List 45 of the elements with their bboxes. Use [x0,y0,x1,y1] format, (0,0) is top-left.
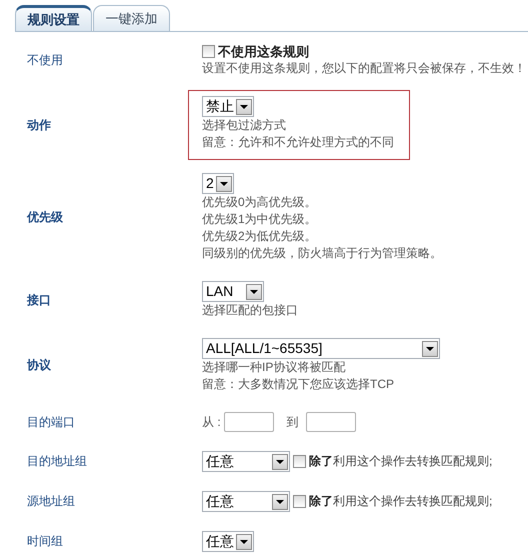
hint-text: 设置不使用这条规则，您以下的配置将只会被保存，不生效！ [202,60,526,77]
dropdown[interactable]: ALL[ALL/1~65535] [202,338,440,359]
except-text: 除了利用这个操作去转换匹配规则; [309,493,492,510]
dropdown[interactable]: LAN [202,281,264,302]
input-field[interactable] [224,412,274,432]
caret-icon [216,176,232,192]
hint-text: 同级别的优先级，防火墙高于行为管理策略。 [202,245,442,262]
field-label: 源地址组 [26,493,76,510]
dropdown[interactable]: 任意 [202,531,254,552]
hint-text: 留意：大多数情况下您应该选择TCP [202,376,395,393]
caret-icon [246,284,262,300]
checkbox-label: 不使用这条规则 [218,43,309,60]
field-label: 目的地址组 [26,453,88,470]
dropdown[interactable]: 任意 [202,491,290,512]
hint-text: 优先级1为中优先级。 [202,211,318,228]
field-label: 协议 [26,357,52,374]
dropdown[interactable]: 任意 [202,451,290,472]
caret-icon [272,454,288,470]
from-label: 从 : [202,414,221,430]
input-field[interactable] [306,412,356,432]
hint-text: 选择包过滤方式 [202,117,287,134]
checkbox[interactable] [202,45,215,58]
hint-text: 选择匹配的包接口 [202,302,298,319]
checkbox[interactable] [293,495,306,508]
field-label: 不使用 [26,52,64,68]
caret-icon [236,98,252,114]
field-label: 接口 [26,292,52,308]
caret-icon [236,534,252,550]
checkbox[interactable] [293,455,306,468]
field-label: 目的端口 [26,414,76,430]
hint-text: 优先级2为低优先级。 [202,228,318,245]
to-label: 到 [286,414,299,430]
hint-text: 优先级0为高优先级。 [202,194,318,211]
field-label: 动作 [26,116,52,134]
tab[interactable]: 一键添加 [93,5,170,31]
caret-icon [272,494,288,510]
hint-text: 选择哪一种IP协议将被匹配 [202,359,346,376]
hint-text: 留意：允许和不允许处理方式的不同 [202,134,395,151]
dropdown[interactable]: 禁止 [202,96,254,117]
except-text: 除了利用这个操作去转换匹配规则; [309,453,492,470]
tab[interactable]: 规则设置 [15,5,92,31]
field-label: 时间组 [26,533,64,550]
caret-icon [422,340,438,356]
dropdown[interactable]: 2 [202,173,234,194]
field-label: 优先级 [26,209,64,226]
